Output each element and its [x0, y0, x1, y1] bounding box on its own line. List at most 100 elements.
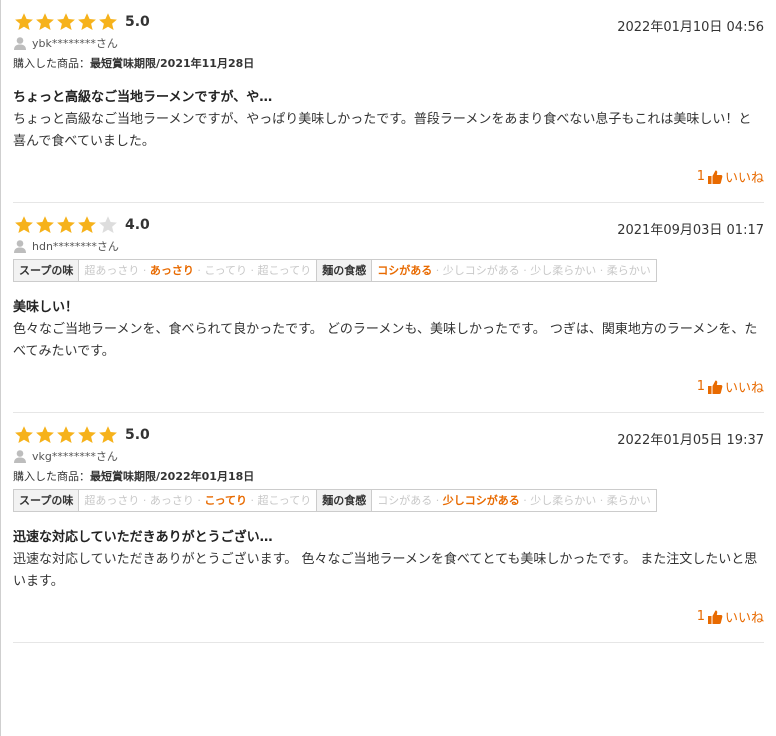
review-item: 4.0 2021年09月03日 01:17 hdn********さんスープの味 超あ…: [13, 203, 764, 413]
noodle-texture-label: 麺の食感: [317, 260, 373, 281]
purchased-item-value: 最短賞味期限/2022年01月18日: [90, 470, 255, 483]
attribute-table: スープの味 超あっさり · あっさり · こってり · 超こってり 麺の食感 コシがあ…: [13, 259, 657, 282]
noodle-texture-values: コシがある · 少しコシがある · 少し柔らかい · 柔らかい: [372, 490, 656, 511]
separator: ·: [193, 264, 205, 277]
thumbs-up-icon: [707, 610, 723, 624]
soup-taste-values: 超あっさり · あっさり · こってり · 超こってり: [79, 260, 318, 281]
soup-option: あっさり: [149, 494, 194, 507]
soup-taste-label: スープの味: [14, 260, 80, 281]
reviewer-name: ybk********さん: [32, 37, 118, 50]
reviewer-name: vkg********さん: [32, 450, 118, 463]
star-filled-icon: [57, 426, 75, 443]
separator: ·: [432, 264, 443, 277]
review-date: 2022年01月05日 19:37: [617, 433, 764, 448]
like-count: 1: [696, 379, 705, 394]
noodle-option: 少しコシがある: [442, 264, 520, 277]
review-header: 5.0 2022年01月05日 19:37: [13, 413, 764, 448]
like-button[interactable]: 1 いいね: [13, 377, 764, 412]
star-filled-icon: [78, 426, 96, 443]
separator: ·: [519, 494, 531, 507]
review-header: 5.0 2022年01月10日 04:56: [13, 0, 764, 35]
review-title: 迅速な対応していただきありがとうござい…: [13, 530, 273, 545]
soup-option: こってり: [204, 264, 248, 277]
star-filled-icon: [57, 216, 75, 233]
noodle-option: 少し柔らかい: [530, 264, 597, 277]
noodle-option: コシがある: [377, 264, 433, 277]
soup-option: あっさり: [149, 264, 194, 277]
star-filled-icon: [15, 216, 33, 233]
reviewer: vkg********さん: [13, 447, 764, 465]
purchased-item-label: 購入した商品：: [13, 470, 90, 483]
review-date: 2022年01月10日 04:56: [617, 20, 764, 35]
thumbs-up-icon: [707, 170, 723, 184]
review-title: 美味しい！: [13, 300, 79, 315]
star-filled-icon: [57, 13, 75, 30]
separator: ·: [247, 494, 258, 507]
like-count: 1: [696, 169, 705, 184]
review-header: 4.0 2021年09月03日 01:17: [13, 203, 764, 238]
like-button[interactable]: 1 いいね: [13, 607, 764, 642]
noodle-option: 柔らかい: [606, 494, 651, 507]
thumbs-up-icon: [707, 380, 723, 394]
star-filled-icon: [36, 216, 54, 233]
review-body: 迅速な対応していただきありがとうございます。 色々なご当地ラーメンを食べてとても…: [13, 552, 758, 589]
separator: ·: [596, 264, 607, 277]
review-body: ちょっと高級なご当地ラーメンですが、やっぱり美味しかったです。普段ラーメンをあま…: [13, 112, 752, 149]
purchased-item-value: 最短賞味期限/2021年11月28日: [90, 57, 255, 70]
reviewer: hdn********さん: [13, 237, 764, 255]
star-filled-icon: [99, 426, 117, 443]
user-icon: [14, 240, 26, 253]
reviewer: ybk********さん: [13, 34, 764, 52]
star-rating: 4.0: [14, 215, 150, 235]
review-item: 5.0 2022年01月05日 19:37 vkg********さん購入した商品：…: [13, 413, 764, 643]
soup-option: 超こってり: [257, 264, 312, 277]
separator: ·: [193, 494, 205, 507]
purchased-item-label: 購入した商品：: [13, 57, 90, 70]
like-label: いいね: [724, 611, 764, 626]
noodle-option: 柔らかい: [606, 264, 651, 277]
noodle-option: コシがある: [377, 494, 433, 507]
noodle-option: 少し柔らかい: [530, 494, 597, 507]
separator: ·: [519, 264, 531, 277]
user-icon: [14, 450, 26, 463]
noodle-texture-values: コシがある · 少しコシがある · 少し柔らかい · 柔らかい: [372, 260, 656, 281]
rating-score: 5.0: [125, 14, 150, 30]
noodle-option: 少しコシがある: [442, 494, 520, 507]
rating-score: 4.0: [125, 217, 150, 233]
separator: ·: [596, 494, 607, 507]
soup-option: こってり: [204, 494, 248, 507]
star-filled-icon: [36, 426, 54, 443]
review-body: 色々なご当地ラーメンを、食べられて良かったです。 どのラーメンも、美味しかったで…: [13, 322, 758, 359]
star-empty-icon: [99, 216, 117, 233]
review-item: 5.0 2022年01月10日 04:56 ybk********さん購入した商品：…: [13, 0, 764, 203]
star-filled-icon: [36, 13, 54, 30]
like-button[interactable]: 1 いいね: [13, 167, 764, 202]
star-filled-icon: [15, 13, 33, 30]
purchased-item: 購入した商品：最短賞味期限/2022年01月18日: [13, 469, 764, 485]
rating-score: 5.0: [125, 427, 150, 443]
separator: ·: [139, 494, 150, 507]
review-title: ちょっと高級なご当地ラーメンですが、や…: [13, 90, 273, 105]
star-filled-icon: [78, 13, 96, 30]
separator: ·: [432, 494, 443, 507]
star-filled-icon: [15, 426, 33, 443]
review-list: 5.0 2022年01月10日 04:56 ybk********さん購入した商品：…: [1, 0, 776, 643]
like-count: 1: [696, 609, 705, 624]
soup-option: 超こってり: [257, 494, 312, 507]
soup-taste-label: スープの味: [14, 490, 80, 511]
reviewer-name: hdn********さん: [32, 240, 119, 253]
like-label: いいね: [724, 171, 764, 186]
separator: ·: [247, 264, 258, 277]
star-rating: 5.0: [14, 425, 150, 445]
review-date: 2021年09月03日 01:17: [617, 223, 764, 238]
star-rating: 5.0: [14, 12, 150, 32]
attribute-table: スープの味 超あっさり · あっさり · こってり · 超こってり 麺の食感 コシがあ…: [13, 489, 657, 512]
like-label: いいね: [724, 381, 764, 396]
noodle-texture-label: 麺の食感: [317, 490, 373, 511]
purchased-item: 購入した商品：最短賞味期限/2021年11月28日: [13, 56, 764, 72]
star-filled-icon: [78, 216, 96, 233]
soup-option: 超あっさり: [84, 494, 140, 507]
separator: ·: [139, 264, 150, 277]
star-filled-icon: [99, 13, 117, 30]
user-icon: [14, 37, 26, 50]
